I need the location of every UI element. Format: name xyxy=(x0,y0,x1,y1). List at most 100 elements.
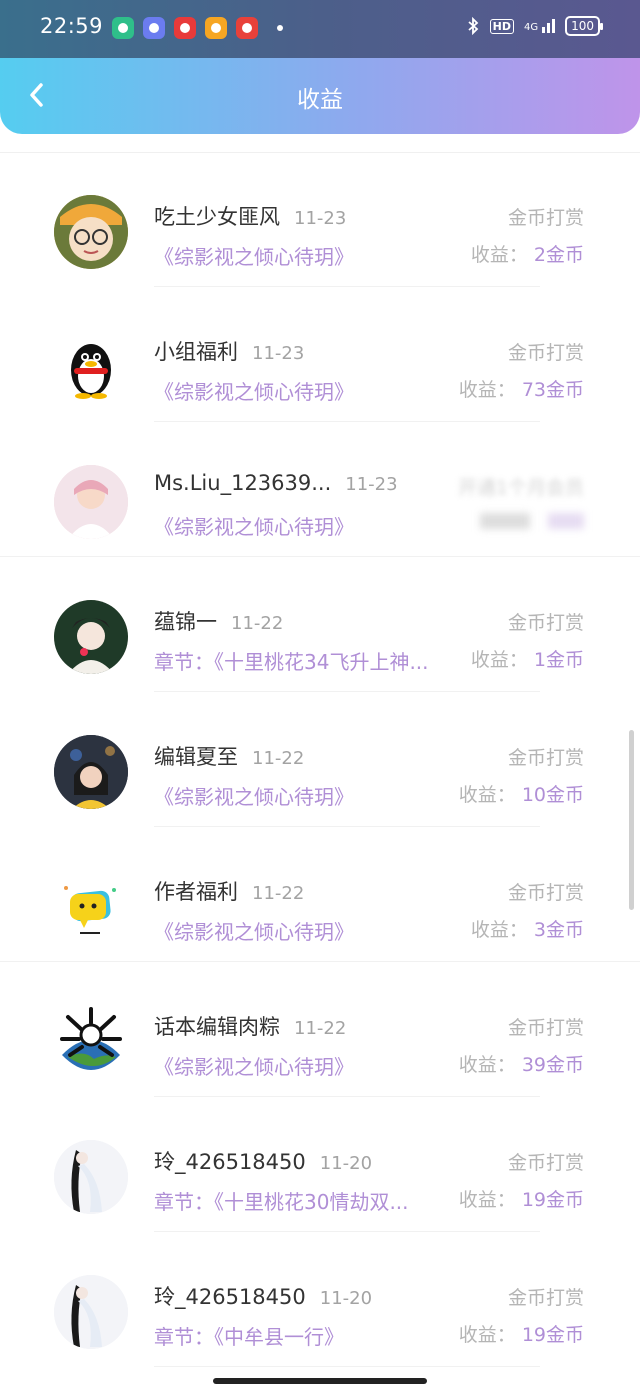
more-notifications-dot xyxy=(277,25,283,31)
avatar[interactable] xyxy=(54,1275,128,1349)
income-label: 收益： xyxy=(470,244,528,266)
avatar[interactable] xyxy=(54,1140,128,1214)
book-title[interactable]: 《综影视之倾心待玥》 xyxy=(154,376,466,405)
avatar-image xyxy=(60,1007,122,1070)
divider xyxy=(154,1366,540,1367)
avatar[interactable] xyxy=(54,195,128,269)
home-indicator[interactable] xyxy=(213,1378,427,1384)
battery-icon: 100 xyxy=(565,16,603,36)
redacted-block xyxy=(548,513,584,529)
list-item[interactable]: 玲_426518450 11-20 章节：《中牟县一行》 金币打赏 收益： 19金币 xyxy=(0,1232,640,1367)
date: 11-23 xyxy=(294,208,347,229)
amount-value: 19金币 xyxy=(521,1189,584,1211)
income-amount: 收益： 1金币 xyxy=(471,645,584,672)
list-item[interactable]: 玲_426518450 11-20 章节：《十里桃花30情劫双... 金币打赏 收… xyxy=(0,1097,640,1232)
income-type: 金币打赏 xyxy=(507,612,584,634)
amount-value: 10金币 xyxy=(521,784,584,806)
user-name-text: 编辑夏至 xyxy=(154,745,238,769)
music-app-icon xyxy=(236,17,258,39)
income-type: 金币打赏 xyxy=(507,882,584,904)
user-name: 玲_426518450 11-20 xyxy=(154,1281,372,1311)
status-time: 22:59 xyxy=(40,14,104,38)
book-title[interactable]: 《综影视之倾心待玥》 xyxy=(154,1051,466,1080)
network-type: 4G xyxy=(523,22,539,33)
book-title[interactable]: 章节：《十里桃花30情劫双... xyxy=(154,1186,466,1215)
book-title[interactable]: 章节：《中牟县一行》 xyxy=(154,1321,466,1350)
list-item[interactable]: 蕴锦一 11-22 章节：《十里桃花34飞升上神... 金币打赏 收益： 1金币 xyxy=(0,557,640,692)
date: 11-20 xyxy=(319,1288,373,1309)
date: 11-23 xyxy=(345,474,398,495)
user-name: Ms.Liu_123639... 11-23 xyxy=(154,471,398,495)
video-app-icon xyxy=(174,17,196,39)
income-label: 收益： xyxy=(458,1054,516,1076)
qq-penguin-icon xyxy=(71,344,111,399)
income-type: 金币打赏 xyxy=(507,342,584,364)
amount-value: 39金币 xyxy=(521,1054,584,1076)
user-name-text: Ms.Liu_123639... xyxy=(154,471,332,495)
user-name-text: 玲_426518450 xyxy=(154,1150,306,1174)
bluetooth-icon xyxy=(468,17,478,35)
avatar[interactable] xyxy=(54,600,128,674)
avatar[interactable] xyxy=(54,330,128,404)
page-title: 收益 xyxy=(297,87,343,113)
book-title[interactable]: 《综影视之倾心待玥》 xyxy=(154,511,466,540)
income-amount: 收益： 39金币 xyxy=(459,1050,584,1077)
date: 11-23 xyxy=(252,343,305,364)
notification-icons xyxy=(112,17,283,39)
avatar[interactable] xyxy=(54,465,128,539)
avatar-image xyxy=(54,1275,128,1349)
avatar[interactable] xyxy=(54,1005,128,1079)
income-amount: 收益： 19金币 xyxy=(459,1320,584,1347)
user-name: 吃土少女匪风 11-23 xyxy=(154,201,346,231)
app-notification-icon xyxy=(143,17,165,39)
date: 11-22 xyxy=(252,748,305,769)
list-item[interactable]: 话本编辑肉粽 11-22 《综影视之倾心待玥》 金币打赏 收益： 39金币 xyxy=(0,962,640,1097)
scrollbar[interactable] xyxy=(629,730,634,910)
amount-value: 1金币 xyxy=(533,649,584,671)
amount-value: 3金币 xyxy=(533,919,584,941)
user-name: 作者福利 11-22 xyxy=(154,876,304,906)
book-title[interactable]: 《综影视之倾心待玥》 xyxy=(154,241,466,270)
avatar-image xyxy=(54,600,128,674)
income-amount: 收益： 73金币 xyxy=(459,375,584,402)
list-item[interactable]: 小组福利 11-23 《综影视之倾心待玥》 金币打赏 收益： 73金币 xyxy=(0,287,640,422)
book-title[interactable]: 《综影视之倾心待玥》 xyxy=(154,916,466,945)
avatar-image xyxy=(54,195,128,269)
income-list: 吃土少女匪风 11-23 《综影视之倾心待玥》 金币打赏 收益： 2金币 小组福利 1… xyxy=(0,152,640,1367)
system-status: HD 4G 100 xyxy=(466,16,603,36)
user-name-text: 蕴锦一 xyxy=(154,610,217,634)
book-title[interactable]: 《综影视之倾心待玥》 xyxy=(154,781,466,810)
date: 11-20 xyxy=(319,1153,373,1174)
avatar[interactable] xyxy=(54,735,128,809)
user-name-text: 作者福利 xyxy=(154,880,238,904)
user-name: 编辑夏至 11-22 xyxy=(154,741,304,771)
book-title[interactable]: 章节：《十里桃花34飞升上神... xyxy=(154,646,466,675)
date: 11-22 xyxy=(294,1018,347,1039)
user-name-text: 吃土少女匪风 xyxy=(154,205,280,229)
income-label: 收益： xyxy=(470,649,528,671)
list-item[interactable]: 吃土少女匪风 11-23 《综影视之倾心待玥》 金币打赏 收益： 2金币 xyxy=(0,152,640,287)
income-label: 收益： xyxy=(458,1189,516,1211)
list-item[interactable]: Ms.Liu_123639... 11-23 《综影视之倾心待玥》 开通1个月会员 xyxy=(0,422,640,557)
user-name-text: 玲_426518450 xyxy=(154,1285,306,1309)
income-label: 收益： xyxy=(458,1324,516,1346)
income-type: 金币打赏 xyxy=(507,1287,584,1309)
status-bar: 22:59 HD 4G 100 xyxy=(0,0,640,58)
income-amount: 收益： 19金币 xyxy=(459,1185,584,1212)
avatar[interactable] xyxy=(54,870,128,944)
income-amount: 收益： 10金币 xyxy=(459,780,584,807)
income-amount: 收益： 3金币 xyxy=(471,915,584,942)
chat-bubble-icon xyxy=(64,886,116,934)
income-amount-redacted xyxy=(479,512,584,534)
user-name: 话本编辑肉粽 11-22 xyxy=(154,1011,346,1041)
redacted-block xyxy=(479,513,530,529)
user-name: 玲_426518450 11-20 xyxy=(154,1146,372,1176)
avatar-image xyxy=(54,1140,128,1214)
user-name: 蕴锦一 11-22 xyxy=(154,606,283,636)
list-item[interactable]: 作者福利 11-22 《综影视之倾心待玥》 金币打赏 收益： 3金币 xyxy=(0,827,640,962)
weibo-icon xyxy=(205,17,227,39)
user-name-text: 小组福利 xyxy=(154,340,238,364)
income-label: 收益： xyxy=(470,919,528,941)
list-item[interactable]: 编辑夏至 11-22 《综影视之倾心待玥》 金币打赏 收益： 10金币 xyxy=(0,692,640,827)
navigation-bar: 收益 xyxy=(0,58,640,134)
